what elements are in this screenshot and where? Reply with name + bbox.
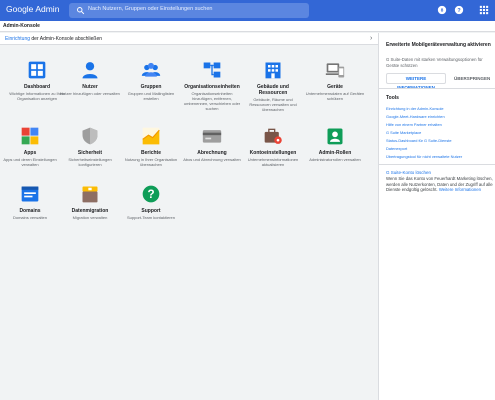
tile-description: Sicherheitseinstellungen konfigurieren [68, 157, 112, 167]
delete-account-title[interactable]: G Suite-Konto löschen [386, 170, 431, 175]
tile-buildings[interactable]: Gebäude und Ressourcen Gebäude, Räume un… [243, 60, 303, 112]
right-panel: Erweiterte Mobilgeräteverwaltung aktivie… [378, 33, 495, 400]
tool-link[interactable]: Datenexport [386, 146, 407, 151]
tile-domains[interactable]: Domains Domains verwalten [0, 184, 60, 220]
tile-title: Domains [19, 208, 41, 214]
breadcrumb-bar: Admin-Konsole [0, 21, 495, 32]
setup-banner-label: der Admin-Konsole abschließen [30, 36, 103, 42]
admin-roles-badge-icon [327, 128, 343, 145]
brand-product: Admin [35, 4, 60, 14]
tile-title: Support [141, 208, 161, 214]
tile-support[interactable]: ? Support Support-Team kontaktieren [121, 184, 181, 220]
tile-title: Abrechnung [197, 150, 227, 156]
tile-apps[interactable]: Apps Apps und deren Einstellungen verwal… [0, 126, 60, 167]
more-info-button[interactable]: WEITERE INFORMATIONEN [386, 73, 446, 90]
tile-migration[interactable]: Datenmigration Migration verwalten [60, 184, 120, 220]
learn-more-link[interactable]: Weitere Informationen [439, 187, 481, 192]
support-icon[interactable]: 8 [437, 5, 447, 15]
tile-title: Berichte [140, 150, 161, 156]
tile-title: Gebäude und Ressourcen [257, 84, 289, 96]
skip-button[interactable]: ÜBERSPRINGEN [451, 73, 495, 84]
tile-title: Admin-Rollen [318, 150, 352, 156]
building-icon [265, 62, 281, 79]
tile-description: Unternehmensinformationen aktualisieren [247, 157, 299, 167]
tile-description: Organisationseinheiten hinzufügen, entfe… [183, 91, 241, 111]
admin-logo[interactable]: Google Admin [6, 4, 59, 14]
brand-google: Google [6, 4, 34, 14]
dashboard-icon [28, 61, 46, 79]
tile-roles[interactable]: Admin-Rollen Administratorrollen verwalt… [305, 126, 365, 162]
tile-description: Unternehmensdaten auf Geräten schützen [305, 91, 365, 101]
tile-title: Gruppen [140, 84, 162, 90]
tile-title: Kontoeinstellungen [249, 150, 297, 156]
tile-devices[interactable]: Geräte Unternehmensdaten auf Geräten sch… [305, 60, 365, 101]
tile-title: Sicherheit [77, 150, 103, 156]
credit-card-icon [202, 130, 222, 143]
devices-icon [325, 63, 345, 78]
divider [379, 164, 495, 165]
tile-description: Wichtige Informationen zu Ihrer Organisa… [9, 91, 65, 101]
tile-description: Abos und Abrechnung verwalten [183, 157, 241, 162]
apps-icon [21, 127, 39, 145]
tools-heading: Tools [386, 95, 399, 101]
tile-description: Migration verwalten [72, 215, 108, 220]
data-migration-icon [82, 186, 98, 203]
delete-account-text: Wenn Sie das Konto von Feuerhardt Market… [386, 176, 495, 193]
tool-link[interactable]: Hilfe von einem Partner erhalten [386, 122, 442, 127]
breadcrumb: Admin-Konsole [3, 23, 40, 29]
tile-description: Nutzung in Ihrer Organisation überwachen [124, 157, 178, 167]
setup-link[interactable]: Einrichtung [5, 36, 30, 42]
search-icon [77, 7, 85, 15]
tile-description: Gruppen und Mailinglisten erstellen [127, 91, 175, 101]
promo-description: G Suite-Daten mit starken Verwaltungsopt… [386, 57, 483, 68]
tile-description: Nutzer hinzufügen oder verwalten [60, 91, 120, 96]
divider [379, 88, 495, 89]
tile-security[interactable]: Sicherheit Sicherheitseinstellungen konf… [60, 126, 120, 167]
tile-description: Domains verwalten [12, 215, 47, 220]
top-app-bar: Google Admin Nach Nutzern, Gruppen oder … [0, 0, 495, 21]
help-icon[interactable]: ? [454, 5, 464, 15]
tile-title: Dashboard [23, 84, 51, 90]
promo-title: Erweiterte Mobilgeräteverwaltung aktivie… [386, 42, 491, 48]
tile-groups[interactable]: Gruppen Gruppen und Mailinglisten erstel… [121, 60, 181, 101]
tile-billing[interactable]: Abrechnung Abos und Abrechnung verwalten [182, 126, 242, 162]
groups-icon [141, 62, 161, 77]
support-help-icon: ? [142, 185, 160, 203]
setup-banner[interactable]: Einrichtung der Admin-Konsole abschließe… [0, 33, 378, 45]
tile-dashboard[interactable]: Dashboard Wichtige Informationen zu Ihre… [7, 60, 67, 101]
chevron-right-icon[interactable]: › [370, 35, 372, 42]
tile-title: Apps [23, 150, 37, 156]
tile-title: Organisationseinheiten [184, 84, 240, 90]
tile-description: Administratorrollen verwalten [309, 157, 361, 162]
tile-title: Nutzer [82, 84, 98, 90]
tile-title: Geräte [327, 84, 343, 90]
svg-text:?: ? [147, 188, 154, 201]
tile-title: Datenmigration [71, 208, 109, 214]
tile-description: Support-Team kontaktieren [126, 215, 176, 220]
tile-description: Apps und deren Einstellungen verwalten [3, 157, 57, 167]
tile-orgunits[interactable]: Organisationseinheiten Organisationseinh… [182, 60, 242, 111]
search-box[interactable]: Nach Nutzern, Gruppen oder Einstellungen… [69, 3, 309, 18]
svg-text:?: ? [457, 8, 460, 14]
shield-icon [82, 127, 98, 145]
apps-grid-icon[interactable] [479, 5, 489, 15]
tool-link[interactable]: Status-Dashboard für G Suite-Dienste [386, 138, 452, 143]
setup-banner-text: Einrichtung der Admin-Konsole abschließe… [5, 36, 102, 42]
tool-link[interactable]: Google-Meet-Hardware einrichten [386, 114, 445, 119]
tile-users[interactable]: Nutzer Nutzer hinzufügen oder verwalten [60, 60, 120, 96]
org-units-icon [203, 62, 221, 78]
user-icon [82, 62, 98, 79]
admin-home-grid: Dashboard Wichtige Informationen zu Ihre… [0, 46, 378, 400]
search-input[interactable]: Nach Nutzern, Gruppen oder Einstellungen… [88, 6, 212, 12]
tile-description: Gebäude, Räume und Ressourcen verwalten … [249, 97, 297, 112]
reports-chart-icon [142, 127, 160, 145]
tool-link[interactable]: G Suite Marketplace [386, 130, 421, 135]
tool-link[interactable]: Einrichtung in der Admin-Konsole [386, 106, 444, 111]
tile-account[interactable]: Kontoeinstellungen Unternehmensinformati… [243, 126, 303, 167]
tool-link[interactable]: Übertragungstool für nicht verwaltete Nu… [386, 154, 462, 159]
briefcase-gear-icon [264, 128, 282, 144]
tile-reports[interactable]: Berichte Nutzung in Ihrer Organisation ü… [121, 126, 181, 167]
domains-icon [21, 186, 39, 202]
